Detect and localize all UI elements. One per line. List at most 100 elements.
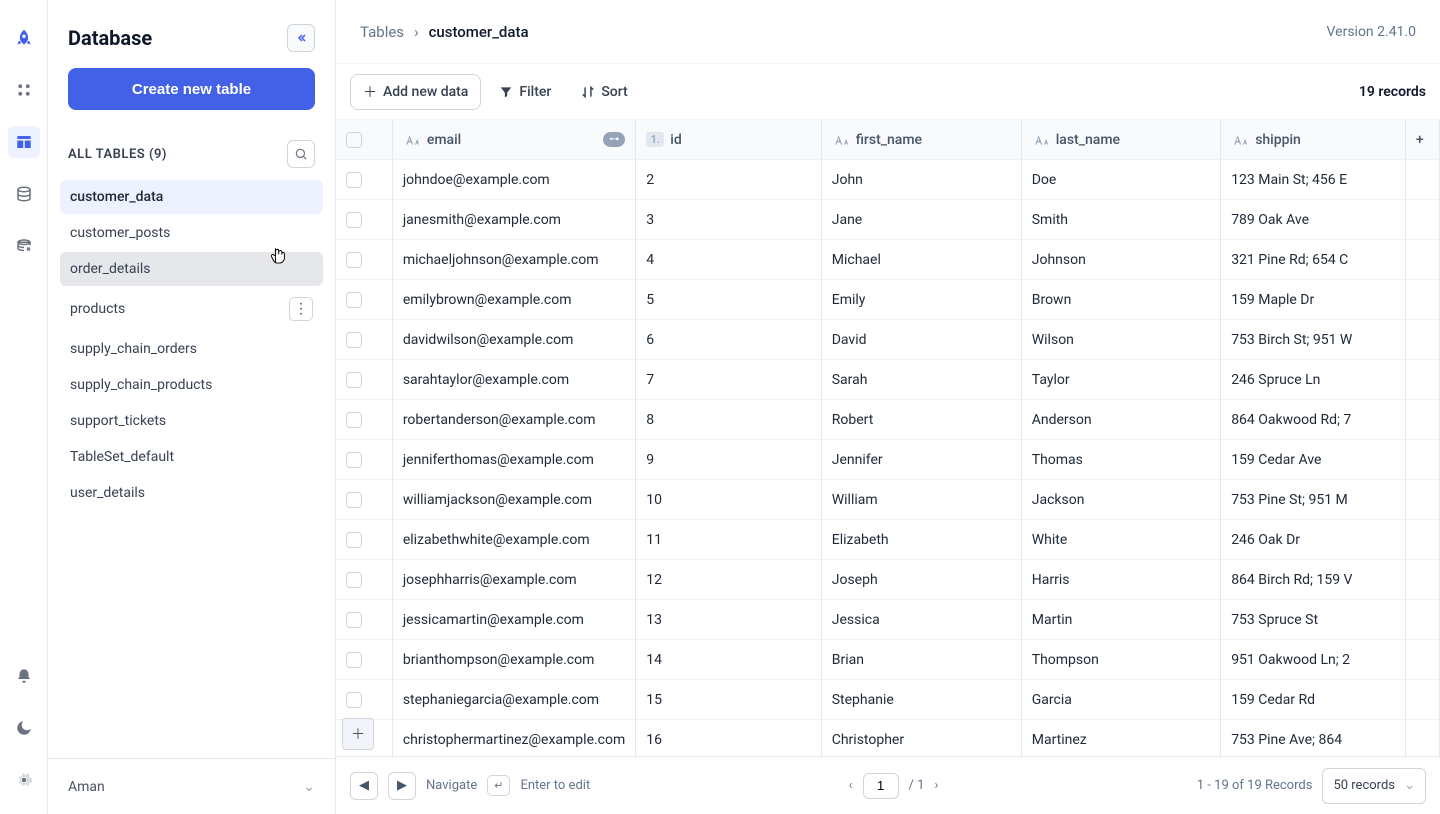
row-checkbox[interactable] [346,452,362,468]
cell-first_name[interactable]: Emily [822,280,1022,320]
user-menu[interactable]: Aman ⌄ [48,758,335,814]
cell-last_name[interactable]: Harris [1022,560,1221,600]
sidebar-table-item[interactable]: products⋮ [60,288,323,330]
add-new-data-button[interactable]: ＋ Add new data [350,74,481,110]
sidebar-table-item[interactable]: order_details [60,252,323,286]
data-grid[interactable]: email⊶1.idfirst_namelast_nameshippin+joh… [336,120,1440,756]
cell-id[interactable]: 8 [636,400,821,440]
table-row[interactable]: johndoe@example.com2JohnDoe123 Main St; … [336,160,1440,200]
cell-id[interactable]: 14 [636,640,821,680]
cell-shipping[interactable]: 864 Birch Rd; 159 V [1221,560,1406,600]
table-row[interactable]: jenniferthomas@example.com9JenniferThoma… [336,440,1440,480]
cell-email[interactable]: stephaniegarcia@example.com [393,680,636,720]
table-row[interactable]: sarahtaylor@example.com7SarahTaylor246 S… [336,360,1440,400]
cell-first_name[interactable]: Jennifer [822,440,1022,480]
cell-last_name[interactable]: Thompson [1022,640,1221,680]
row-checkbox[interactable] [346,612,362,628]
sidebar-table-item[interactable]: supply_chain_products [60,368,323,402]
cell-email[interactable]: emilybrown@example.com [393,280,636,320]
cell-shipping[interactable]: 753 Pine Ave; 864 [1221,720,1406,756]
cell-shipping[interactable]: 951 Oakwood Ln; 2 [1221,640,1406,680]
table-row[interactable]: robertanderson@example.com8RobertAnderso… [336,400,1440,440]
table-row[interactable]: brianthompson@example.com14BrianThompson… [336,640,1440,680]
cell-id[interactable]: 9 [636,440,821,480]
cell-shipping[interactable]: 753 Spruce St [1221,600,1406,640]
cell-first_name[interactable]: Jane [822,200,1022,240]
cell-last_name[interactable]: Brown [1022,280,1221,320]
cell-email[interactable]: janesmith@example.com [393,200,636,240]
sort-button[interactable]: Sort [569,74,639,110]
cell-first_name[interactable]: Stephanie [822,680,1022,720]
moon-icon[interactable] [8,712,40,744]
cell-shipping[interactable]: 321 Pine Rd; 654 C [1221,240,1406,280]
cell-shipping[interactable]: 246 Oak Dr [1221,520,1406,560]
row-checkbox[interactable] [346,332,362,348]
cell-shipping[interactable]: 159 Cedar Rd [1221,680,1406,720]
row-checkbox[interactable] [346,252,362,268]
table-row[interactable]: williamjackson@example.com10WilliamJacks… [336,480,1440,520]
cell-last_name[interactable]: Johnson [1022,240,1221,280]
sidebar-table-item[interactable]: TableSet_default [60,440,323,474]
cell-first_name[interactable]: Sarah [822,360,1022,400]
table-row[interactable]: emilybrown@example.com5EmilyBrown159 Map… [336,280,1440,320]
rocket-icon[interactable] [8,22,40,54]
cell-id[interactable]: 5 [636,280,821,320]
table-more-button[interactable]: ⋮ [289,297,313,321]
row-checkbox[interactable] [346,292,362,308]
row-checkbox[interactable] [346,172,362,188]
cell-email[interactable]: jessicamartin@example.com [393,600,636,640]
cell-last_name[interactable]: Martin [1022,600,1221,640]
row-checkbox[interactable] [346,572,362,588]
cell-email[interactable]: johndoe@example.com [393,160,636,200]
cell-first_name[interactable]: Brian [822,640,1022,680]
cell-last_name[interactable]: Anderson [1022,400,1221,440]
cell-id[interactable]: 3 [636,200,821,240]
cell-id[interactable]: 6 [636,320,821,360]
column-header-id[interactable]: 1.id [636,120,821,160]
sidebar-table-item[interactable]: customer_data [60,180,323,214]
cell-id[interactable]: 13 [636,600,821,640]
cell-email[interactable]: brianthompson@example.com [393,640,636,680]
cell-first_name[interactable]: John [822,160,1022,200]
add-column-button[interactable]: + [1406,120,1440,160]
cell-shipping[interactable]: 159 Cedar Ave [1221,440,1406,480]
cell-email[interactable]: robertanderson@example.com [393,400,636,440]
cell-first_name[interactable]: Christopher [822,720,1022,756]
sidebar-table-item[interactable]: user_details [60,476,323,510]
create-new-table-button[interactable]: Create new table [68,68,315,110]
page-size-select[interactable]: 50 records [1322,768,1426,804]
cell-id[interactable]: 11 [636,520,821,560]
cell-shipping[interactable]: 753 Pine St; 951 M [1221,480,1406,520]
row-checkbox[interactable] [346,212,362,228]
cell-shipping[interactable]: 753 Birch St; 951 W [1221,320,1406,360]
filter-button[interactable]: Filter [487,74,563,110]
bell-icon[interactable] [8,660,40,692]
sidebar-table-item[interactable]: supply_chain_orders [60,332,323,366]
cell-first_name[interactable]: Joseph [822,560,1022,600]
cell-shipping[interactable]: 159 Maple Dr [1221,280,1406,320]
cell-id[interactable]: 2 [636,160,821,200]
cell-last_name[interactable]: White [1022,520,1221,560]
add-row-button[interactable]: ＋ [342,718,374,750]
cell-first_name[interactable]: Robert [822,400,1022,440]
cell-email[interactable]: sarahtaylor@example.com [393,360,636,400]
cell-last_name[interactable]: Martinez [1022,720,1221,756]
table-row[interactable]: davidwilson@example.com6DavidWilson753 B… [336,320,1440,360]
collapse-sidebar-button[interactable] [287,24,315,52]
cell-first_name[interactable]: Michael [822,240,1022,280]
stack-icon[interactable] [8,178,40,210]
cell-last_name[interactable]: Jackson [1022,480,1221,520]
cell-shipping[interactable]: 123 Main St; 456 E [1221,160,1406,200]
table-row[interactable]: elizabethwhite@example.com11ElizabethWhi… [336,520,1440,560]
select-all-checkbox[interactable] [346,132,362,148]
cell-last_name[interactable]: Doe [1022,160,1221,200]
cell-email[interactable]: davidwilson@example.com [393,320,636,360]
cell-id[interactable]: 12 [636,560,821,600]
row-checkbox[interactable] [346,412,362,428]
column-header-last_name[interactable]: last_name [1022,120,1221,160]
cell-email[interactable]: elizabethwhite@example.com [393,520,636,560]
cell-last_name[interactable]: Smith [1022,200,1221,240]
table-row[interactable]: christophermartinez@example.com16Christo… [336,720,1440,756]
gear-icon[interactable] [8,764,40,796]
cell-last_name[interactable]: Taylor [1022,360,1221,400]
